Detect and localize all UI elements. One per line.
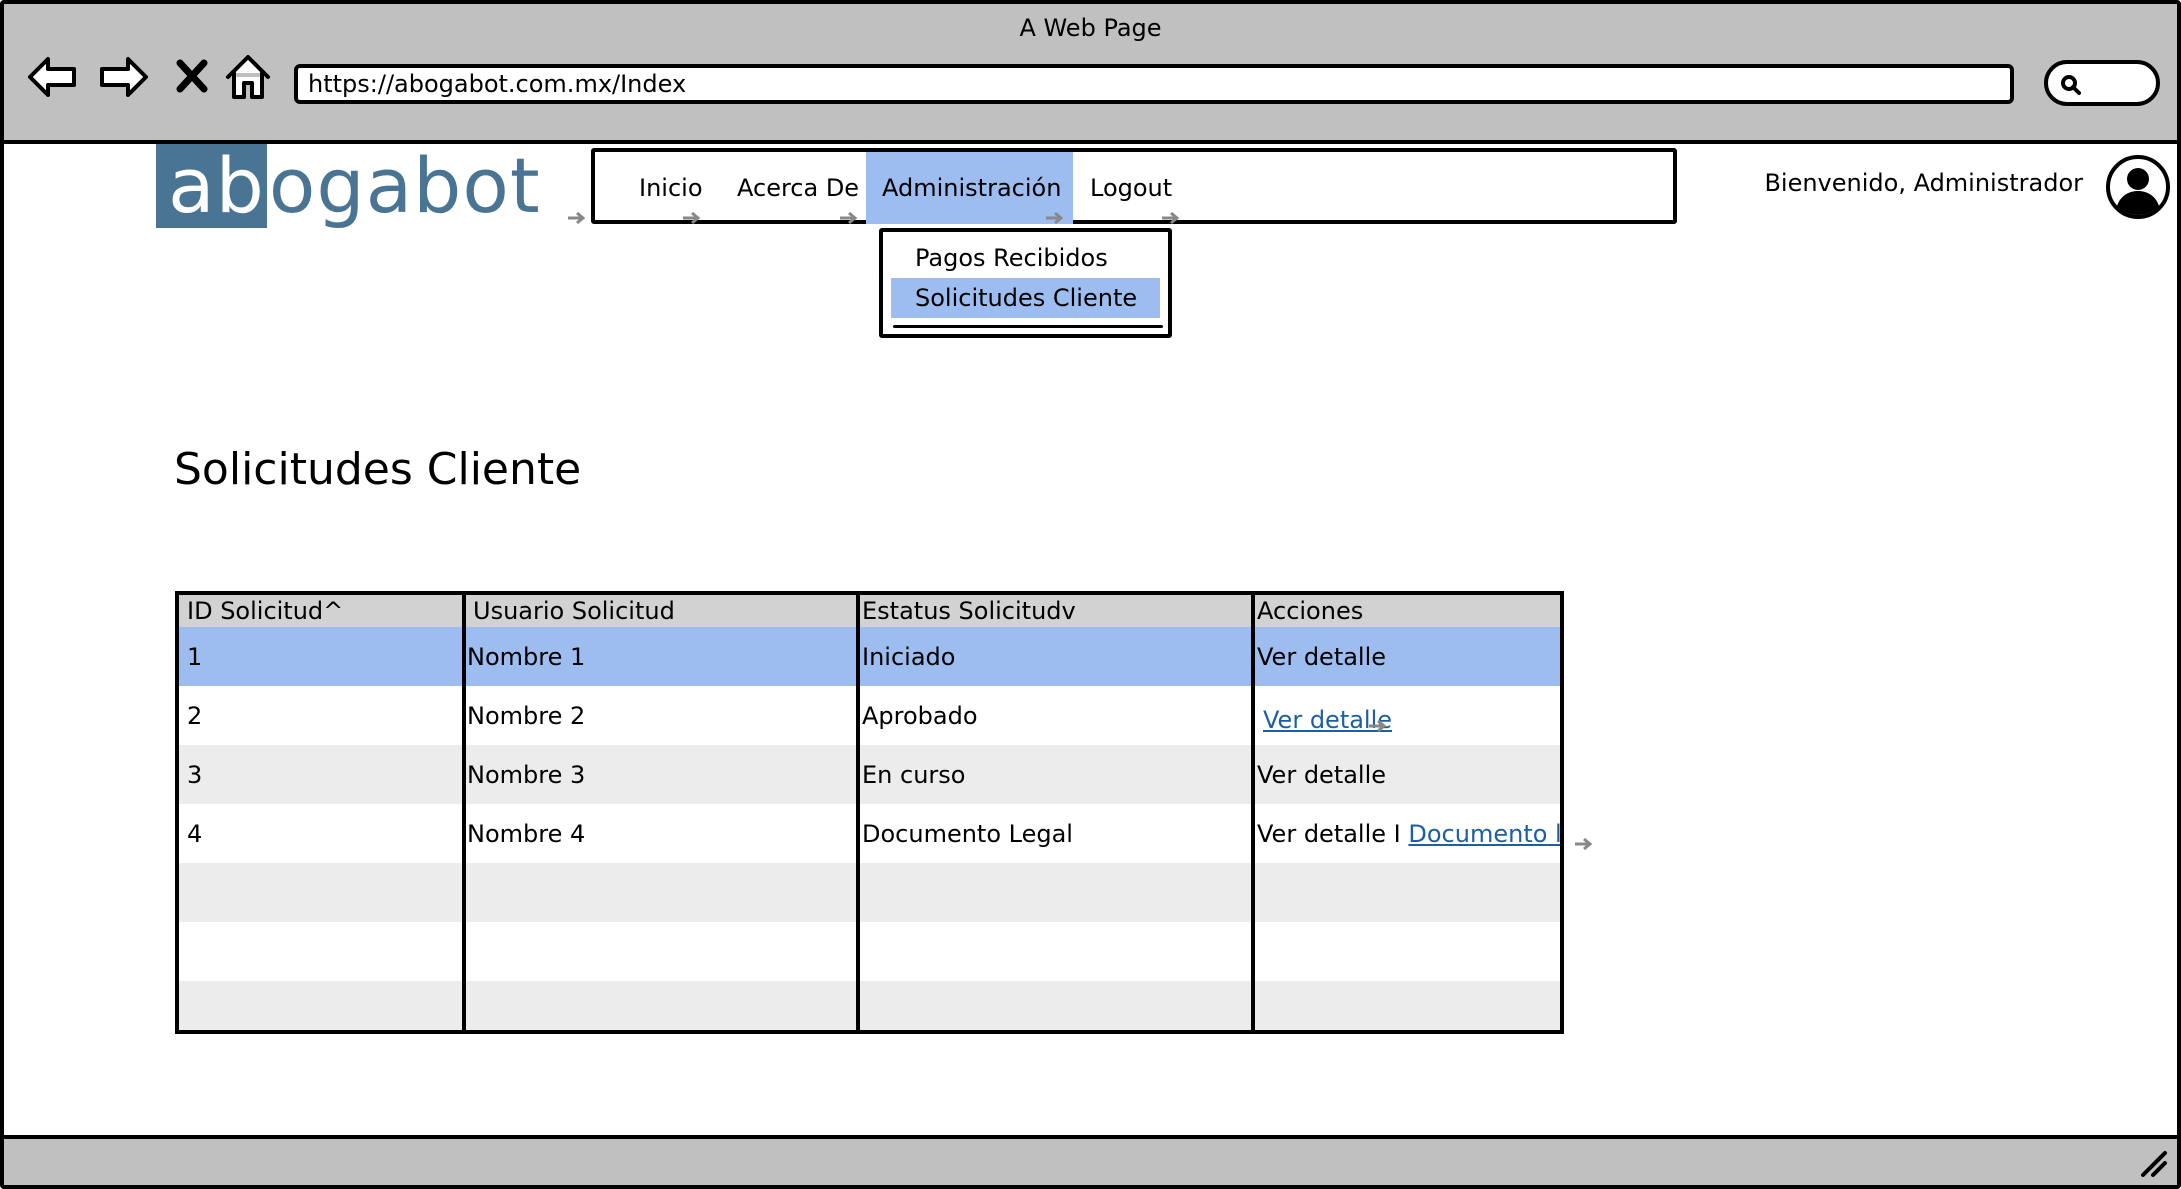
- cell-id: 1: [187, 642, 203, 671]
- table-header-row: ID Solicitud^ Usuario Solicitud Estatus …: [179, 595, 1560, 627]
- menu-item-inicio[interactable]: Inicio: [623, 152, 719, 224]
- column-header-actions: Acciones: [1257, 597, 1364, 625]
- search-icon: [2061, 75, 2081, 95]
- resize-grip-icon[interactable]: [2137, 1147, 2169, 1179]
- window-title: A Web Page: [1019, 14, 1162, 42]
- cell-action: Ver detalle: [1257, 760, 1387, 789]
- link-arrow-icon: [1368, 718, 1390, 733]
- cell-action-wrap: Ver detalle I Documento legal: [1257, 804, 1560, 863]
- table-row[interactable]: 4 Nombre 4 Documento Legal Ver detalle I…: [179, 804, 1560, 863]
- column-header-user[interactable]: Usuario Solicitud: [473, 595, 675, 627]
- logo-part-text: ogabot: [268, 141, 541, 230]
- browser-status-bar: [4, 1135, 2177, 1185]
- main-menu-bar: Inicio Acerca De Administración Logout: [591, 148, 1677, 224]
- abogabot-logo[interactable]: ab ogabot: [156, 144, 541, 228]
- column-divider: [462, 595, 466, 1030]
- cell-user: Nombre 1: [467, 642, 586, 671]
- link-arrow-icon: [567, 210, 589, 225]
- cell-status: Iniciado: [862, 642, 956, 671]
- table-row[interactable]: 1 Nombre 1 Iniciado Ver detalle: [179, 627, 1560, 686]
- stop-icon[interactable]: [162, 48, 222, 106]
- cell-status: En curso: [862, 760, 966, 789]
- home-icon[interactable]: [218, 48, 278, 106]
- cell-id: 3: [187, 760, 203, 789]
- table-row: [179, 981, 1560, 1030]
- link-arrow-icon: [682, 210, 704, 225]
- cell-user: Nombre 4: [467, 819, 586, 848]
- browser-window: A Web Page https://abogabot.com.mx/Index…: [0, 0, 2181, 1189]
- table-row: [179, 922, 1560, 981]
- table-row[interactable]: 3 Nombre 3 En curso Ver detalle: [179, 745, 1560, 804]
- cell-status: Aprobado: [862, 701, 978, 730]
- submenu-item-solicitudes-cliente[interactable]: Solicitudes Cliente: [891, 278, 1160, 318]
- column-divider: [856, 595, 860, 1030]
- page-title: Solicitudes Cliente: [174, 444, 582, 495]
- cell-action: Ver detalle I: [1257, 819, 1401, 848]
- user-avatar-icon[interactable]: [2105, 154, 2171, 220]
- menu-item-administracion[interactable]: Administración: [866, 152, 1073, 224]
- forward-icon[interactable]: [94, 48, 154, 106]
- column-header-status[interactable]: Estatus Solicitudv: [862, 595, 1076, 627]
- cell-status: Documento Legal: [862, 819, 1073, 848]
- cell-id: 2: [187, 701, 203, 730]
- cell-user: Nombre 3: [467, 760, 586, 789]
- column-header-id[interactable]: ID Solicitud^: [187, 595, 343, 627]
- link-arrow-icon: [839, 210, 861, 225]
- link-arrow-icon: [1574, 836, 1596, 851]
- address-bar[interactable]: https://abogabot.com.mx/Index: [294, 64, 2014, 104]
- submenu-item-pagos-recibidos[interactable]: Pagos Recibidos: [891, 238, 1160, 278]
- dropdown-divider: [893, 325, 1163, 328]
- cell-action: Ver detalle: [1257, 642, 1387, 671]
- cell-user: Nombre 2: [467, 701, 586, 730]
- column-divider: [1251, 595, 1255, 1030]
- browser-toolbar: A Web Page https://abogabot.com.mx/Index: [4, 4, 2177, 144]
- administracion-dropdown: Pagos Recibidos Solicitudes Cliente: [879, 228, 1172, 338]
- link-arrow-icon: [1161, 210, 1183, 225]
- documento-legal-link[interactable]: Documento legal: [1408, 820, 1560, 848]
- table-row: [179, 863, 1560, 922]
- cell-id: 4: [187, 819, 203, 848]
- welcome-text: Bienvenido, Administrador: [1764, 169, 2083, 197]
- back-icon[interactable]: [22, 48, 82, 106]
- link-arrow-icon: [1045, 210, 1067, 225]
- search-field[interactable]: [2044, 60, 2160, 106]
- logo-part-highlight: ab: [156, 144, 267, 228]
- table-row[interactable]: 2 Nombre 2 Aprobado Ver detalle: [179, 686, 1560, 745]
- requests-table: ID Solicitud^ Usuario Solicitud Estatus …: [175, 591, 1564, 1034]
